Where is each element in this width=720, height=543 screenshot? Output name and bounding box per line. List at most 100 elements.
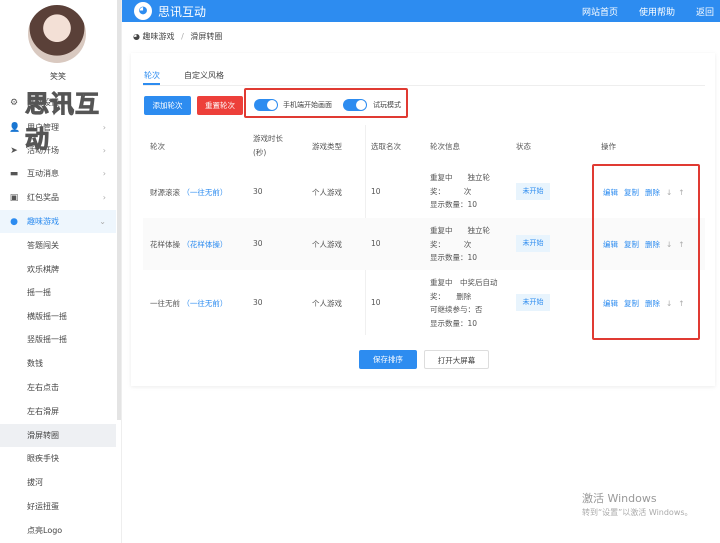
breadcrumb-current: 滑屏转圈 bbox=[190, 32, 223, 41]
submenu-item[interactable]: 眼疾手快 bbox=[0, 447, 116, 470]
info-line: 奖： 次 bbox=[430, 186, 472, 196]
theme-link[interactable]: （一往无前） bbox=[182, 299, 227, 308]
submenu-item[interactable]: 摇一摇 bbox=[0, 281, 116, 304]
gift-icon: ▣ bbox=[9, 192, 19, 203]
submenu-item[interactable]: 点亮Logo bbox=[0, 519, 116, 542]
round-name-text: 财源滚滚 bbox=[150, 187, 180, 197]
submenu-item[interactable]: 滑屏转圈 bbox=[0, 424, 116, 447]
menu-item-prizes[interactable]: ▣ 红包奖品 › bbox=[0, 186, 116, 209]
info-line: 显示数量：10 bbox=[430, 253, 478, 262]
breadcrumb-parent[interactable]: 趣味游戏 bbox=[143, 32, 175, 41]
trial-mode-toggle[interactable] bbox=[343, 99, 367, 111]
submenu-item[interactable]: 好运扭蛋 bbox=[0, 495, 116, 518]
round-info: 重复中 独立轮 奖： 次显示数量：10 bbox=[430, 224, 490, 265]
round-name: 财源滚滚 （一往无前） bbox=[150, 187, 227, 198]
info-line: 重复中 中奖后自动 bbox=[430, 278, 498, 287]
submenu-item[interactable]: 拔河 bbox=[0, 471, 116, 494]
sidebar-scrollbar[interactable] bbox=[117, 0, 121, 420]
status-badge: 未开始 bbox=[516, 294, 550, 311]
submenu-item[interactable]: 数钱 bbox=[0, 352, 116, 375]
duration: 30 bbox=[253, 186, 263, 196]
nav-home[interactable]: 网站首页 bbox=[582, 5, 618, 18]
avatar[interactable] bbox=[28, 5, 86, 63]
message-icon: ▬ bbox=[9, 168, 19, 179]
round-name: 花样体操 （花样体操） bbox=[150, 239, 227, 250]
col-duration-unit: (秒) bbox=[253, 148, 267, 157]
round-name-text: 一往无前 bbox=[150, 299, 180, 308]
duration: 30 bbox=[253, 239, 263, 248]
status-badge: 未开始 bbox=[516, 235, 550, 252]
game-icon: ● bbox=[10, 216, 18, 227]
highlight-box bbox=[592, 164, 700, 340]
info-line: 重复中 独立轮 bbox=[430, 173, 490, 182]
toggle-label: 试玩模式 bbox=[373, 101, 401, 109]
windows-activation-hint: 转到“设置”以激活 Windows。 bbox=[582, 508, 693, 517]
menu-item-games[interactable]: ● 趣味游戏 ⌄ bbox=[0, 210, 116, 233]
duration: 30 bbox=[253, 298, 263, 307]
info-line: 显示数量：10 bbox=[430, 318, 478, 328]
theme-link[interactable]: （花样体操） bbox=[182, 240, 227, 249]
top-header: ◕ 思讯互动 网站首页 使用帮助 返回 bbox=[122, 0, 720, 22]
round-name-text: 花样体操 bbox=[150, 240, 180, 249]
chevron-right-icon: › bbox=[102, 193, 106, 202]
info-line: 奖： 删除 bbox=[430, 291, 472, 301]
col-status: 状态 bbox=[516, 142, 531, 151]
submenu-item[interactable]: 竖版摇一摇 bbox=[0, 328, 116, 351]
chevron-right-icon: › bbox=[102, 169, 106, 178]
info-line: 奖： 次 bbox=[430, 239, 472, 249]
divider bbox=[143, 85, 705, 86]
user-name: 笑笑 bbox=[50, 72, 66, 81]
breadcrumb-separator: / bbox=[181, 32, 184, 41]
toggle-label: 手机端开始画面 bbox=[283, 101, 332, 109]
submenu-item[interactable]: 左右滑屏 bbox=[0, 400, 116, 423]
brand-name: 思讯互动 bbox=[158, 5, 207, 19]
chevron-down-icon: ⌄ bbox=[99, 217, 106, 226]
round-info: 重复中 独立轮 奖： 次显示数量：10 bbox=[430, 171, 490, 212]
game-type: 个人游戏 bbox=[312, 299, 342, 308]
col-round: 轮次 bbox=[150, 142, 165, 151]
menu-item-messages[interactable]: ▬ 互动消息 › bbox=[0, 162, 116, 185]
game-icon: ◕ bbox=[133, 32, 140, 41]
windows-activation-title: 激活 Windows bbox=[582, 492, 657, 505]
breadcrumb: ◕ 趣味游戏 / 滑屏转圈 bbox=[133, 31, 222, 42]
tab-custom-style[interactable]: 自定义风格 bbox=[184, 70, 224, 81]
game-type: 个人游戏 bbox=[312, 187, 342, 197]
rank: 10 bbox=[371, 298, 381, 307]
col-duration: 游戏时长 bbox=[253, 134, 283, 143]
logo-icon: ◕ bbox=[134, 2, 152, 20]
theme-link[interactable]: （一往无前） bbox=[182, 188, 227, 197]
col-type: 游戏类型 bbox=[312, 142, 342, 151]
user-icon: 👤 bbox=[9, 122, 21, 133]
menu-label: 红包奖品 bbox=[27, 193, 59, 202]
submenu-item[interactable]: 答题闯关 bbox=[0, 234, 116, 257]
mobile-start-screen-toggle[interactable] bbox=[254, 99, 278, 111]
send-icon: ➤ bbox=[10, 145, 18, 156]
reset-round-button[interactable]: 重置轮次 bbox=[197, 96, 243, 115]
rank: 10 bbox=[371, 239, 381, 248]
col-info: 轮次信息 bbox=[430, 142, 460, 151]
add-round-button[interactable]: 添加轮次 bbox=[144, 96, 191, 115]
status-badge: 未开始 bbox=[516, 182, 550, 200]
tab-rounds[interactable]: 轮次 bbox=[144, 70, 160, 81]
submenu-item[interactable]: 欢乐棋牌 bbox=[0, 258, 116, 281]
watermark: 思讯互动 bbox=[25, 90, 100, 154]
info-line: 可继续参与：否 bbox=[430, 305, 483, 314]
round-info: 重复中 中奖后自动 奖： 删除可继续参与：否 显示数量：10 bbox=[430, 276, 498, 330]
gear-icon: ⚙ bbox=[9, 97, 19, 108]
rank: 10 bbox=[371, 186, 381, 196]
submenu-item[interactable]: 横版摇一摇 bbox=[0, 305, 116, 328]
menu-label: 互动消息 bbox=[27, 169, 59, 178]
game-type: 个人游戏 bbox=[312, 240, 342, 249]
sidebar: 笑笑 思讯互动 ⚙ 活动设置 👤 用户管理 › ➤ 活动开场 › ▬ 互动消息 › ▣ 红包奖品… bbox=[0, 0, 122, 543]
info-line: 显示数量：10 bbox=[430, 200, 478, 209]
col-rank: 选取名次 bbox=[371, 142, 401, 151]
nav-help[interactable]: 使用帮助 bbox=[639, 5, 675, 18]
nav-back[interactable]: 返回 bbox=[696, 5, 714, 18]
round-name: 一往无前 （一往无前） bbox=[150, 298, 227, 309]
info-line: 重复中 独立轮 bbox=[430, 226, 490, 235]
save-order-button[interactable]: 保存排序 bbox=[359, 350, 417, 369]
open-big-screen-button[interactable]: 打开大屏幕 bbox=[424, 350, 489, 369]
menu-label: 趣味游戏 bbox=[27, 217, 59, 226]
col-actions: 操作 bbox=[601, 142, 616, 151]
submenu-item[interactable]: 左右点击 bbox=[0, 376, 116, 399]
